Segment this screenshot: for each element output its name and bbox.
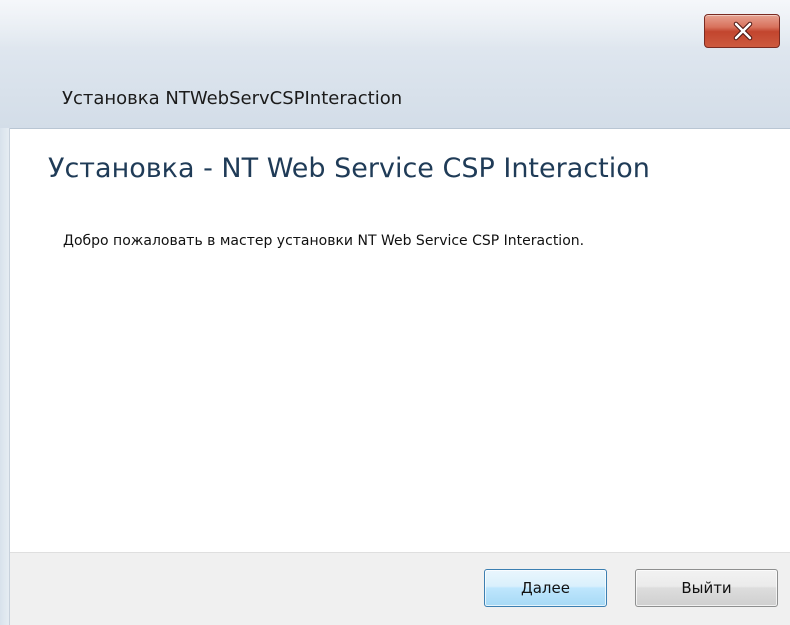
title-bar-glass [0, 0, 790, 48]
wizard-content: Установка - NT Web Service CSP Interacti… [10, 129, 790, 552]
window-border-left [0, 128, 10, 625]
exit-button[interactable]: Выйти [635, 569, 778, 607]
button-bar: Далее Выйти [10, 552, 790, 625]
next-button[interactable]: Далее [484, 569, 607, 607]
installer-window: Установка NTWebServCSPInteraction Устано… [0, 0, 790, 625]
title-bar[interactable]: Установка NTWebServCSPInteraction [0, 0, 790, 129]
close-icon [733, 21, 753, 41]
close-button[interactable] [704, 14, 780, 48]
page-title: Установка - NT Web Service CSP Interacti… [48, 153, 650, 184]
welcome-message: Добро пожаловать в мастер установки NT W… [63, 233, 585, 249]
window-title: Установка NTWebServCSPInteraction [62, 88, 403, 109]
